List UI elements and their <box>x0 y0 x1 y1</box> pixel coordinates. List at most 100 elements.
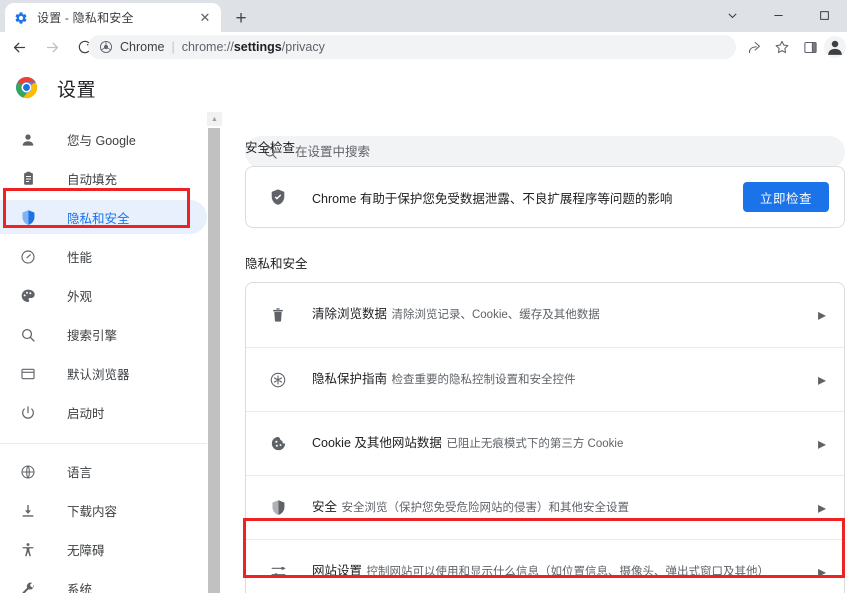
sidebar-item-label: 无障碍 <box>67 544 105 558</box>
sidebar-group-secondary: 语言 下载内容 无障碍 系统 <box>0 444 207 593</box>
omnibox-url: chrome://settings/privacy <box>182 40 325 54</box>
shield-filled-icon <box>268 187 288 207</box>
chevron-right-icon[interactable]: ▸ <box>814 500 830 517</box>
download-icon <box>18 501 38 521</box>
sidebar-scrollbar[interactable]: ▲ <box>207 112 222 593</box>
settings-main-content: 安全检查 Chrome 有助于保护您免受数据泄露、不良扩展程序等问题的影响 立即… <box>222 112 847 593</box>
settings-row-security[interactable]: 安全 安全浏览（保护您免受危险网站的侵害）和其他安全设置 ▸ <box>246 475 844 539</box>
sidebar-item-label: 自动填充 <box>67 173 118 187</box>
url-prefix: chrome:// <box>181 40 234 54</box>
sidebar-item-label: 性能 <box>67 251 93 265</box>
url-bold: settings <box>233 40 282 54</box>
maximize-icon[interactable] <box>801 0 847 30</box>
page-title: 设置 <box>57 80 97 101</box>
settings-page: 设置 您与 Google <box>0 62 847 593</box>
minimize-icon[interactable] <box>755 0 801 30</box>
trash-icon <box>268 305 288 325</box>
scrollbar-thumb[interactable] <box>208 128 220 593</box>
sidebar-item-autofill[interactable]: 自动填充 <box>0 159 207 198</box>
safety-check-text: Chrome 有助于保护您免受数据泄露、不良扩展程序等问题的影响 <box>312 191 673 206</box>
settings-row-clear-browsing-data[interactable]: 清除浏览数据 清除浏览记录、Cookie、缓存及其他数据 ▸ <box>246 283 844 347</box>
browser-tab-settings[interactable]: 设置 - 隐私和安全 ✕ <box>5 3 221 32</box>
sidebar-item-privacy-security[interactable]: 隐私和安全 <box>0 198 207 237</box>
tab-title: 设置 - 隐私和安全 <box>37 11 134 25</box>
sidebar-item-label: 您与 Google <box>67 134 136 148</box>
sidebar-group-primary: 您与 Google 自动填充 隐私和安全 性能 外观 搜索引擎 默认浏览器 启动… <box>0 112 207 432</box>
chevron-right-icon[interactable]: ▸ <box>814 372 830 389</box>
sidebar-item-system[interactable]: 系统 <box>0 569 207 593</box>
browser-toolbar: Chrome | chrome://settings/privacy <box>0 32 847 62</box>
sidebar-item-default-browser[interactable]: 默认浏览器 <box>0 354 207 393</box>
chevron-right-icon[interactable]: ▸ <box>814 307 830 324</box>
sidebar-item-label: 外观 <box>67 290 93 304</box>
wrench-icon <box>18 579 38 593</box>
sidebar-item-you-and-google[interactable]: 您与 Google <box>0 120 207 159</box>
security-chip-label: Chrome <box>120 40 165 54</box>
sidebar-item-label: 搜索引擎 <box>67 329 118 343</box>
settings-row-subtitle: 检查重要的隐私控制设置和安全控件 <box>391 373 576 386</box>
omnibox-separator: | <box>171 40 175 54</box>
sidebar-item-performance[interactable]: 性能 <box>0 237 207 276</box>
side-panel-icon[interactable] <box>796 33 824 61</box>
profile-avatar[interactable] <box>824 36 846 58</box>
scroll-up-icon[interactable]: ▲ <box>207 112 222 126</box>
chevron-down-icon[interactable] <box>709 0 755 30</box>
sidebar-item-label: 启动时 <box>67 407 105 421</box>
sidebar-item-downloads[interactable]: 下载内容 <box>0 491 207 530</box>
settings-row-cookies[interactable]: Cookie 及其他网站数据 已阻止无痕模式下的第三方 Cookie ▸ <box>246 411 844 475</box>
window-controls <box>709 0 847 32</box>
settings-row-title: 安全 <box>312 499 338 514</box>
gear-icon <box>13 10 29 26</box>
search-icon <box>18 325 38 345</box>
privacy-settings-card: 清除浏览数据 清除浏览记录、Cookie、缓存及其他数据 ▸ 隐私保护指南 检查… <box>245 282 845 593</box>
shield-icon <box>18 208 38 228</box>
bookmark-star-icon[interactable] <box>768 33 796 61</box>
sidebar-item-search-engine[interactable]: 搜索引擎 <box>0 315 207 354</box>
sidebar-item-on-startup[interactable]: 启动时 <box>0 393 207 432</box>
accessibility-icon <box>18 540 38 560</box>
settings-row-subtitle: 安全浏览（保护您免受危险网站的侵害）和其他安全设置 <box>341 501 629 514</box>
check-now-button[interactable]: 立即检查 <box>742 182 829 212</box>
address-bar[interactable]: Chrome | chrome://settings/privacy <box>88 35 736 59</box>
palette-icon <box>18 286 38 306</box>
settings-row-title: 清除浏览数据 <box>312 307 388 322</box>
settings-row-body: Cookie 及其他网站数据 已阻止无痕模式下的第三方 Cookie <box>312 434 814 453</box>
share-icon[interactable] <box>740 33 768 61</box>
sidebar-item-accessibility[interactable]: 无障碍 <box>0 530 207 569</box>
sidebar-item-label: 下载内容 <box>67 505 118 519</box>
settings-row-subtitle: 已阻止无痕模式下的第三方 Cookie <box>446 437 624 450</box>
safety-check-row: Chrome 有助于保护您免受数据泄露、不良扩展程序等问题的影响 立即检查 <box>246 167 844 227</box>
url-suffix: /privacy <box>281 40 325 54</box>
settings-row-body: 网站设置 控制网站可以使用和显示什么信息（如位置信息、摄像头、弹出式窗口及其他） <box>312 562 814 581</box>
chrome-logo <box>15 76 38 99</box>
settings-row-title: 网站设置 <box>312 563 363 578</box>
chevron-right-icon[interactable]: ▸ <box>814 564 830 581</box>
settings-sidebar: 您与 Google 自动填充 隐私和安全 性能 外观 搜索引擎 默认浏览器 启动… <box>0 112 207 593</box>
sidebar-item-label: 隐私和安全 <box>67 212 130 226</box>
settings-row-title: 隐私保护指南 <box>312 371 388 386</box>
sidebar-item-appearance[interactable]: 外观 <box>0 276 207 315</box>
settings-row-site-settings[interactable]: 网站设置 控制网站可以使用和显示什么信息（如位置信息、摄像头、弹出式窗口及其他）… <box>246 539 844 593</box>
cookie-icon <box>268 434 288 454</box>
back-icon[interactable] <box>5 33 33 61</box>
forward-icon[interactable] <box>38 33 66 61</box>
settings-row-privacy-guide[interactable]: 隐私保护指南 检查重要的隐私控制设置和安全控件 ▸ <box>246 347 844 411</box>
settings-row-title: Cookie 及其他网站数据 <box>312 435 442 450</box>
close-icon[interactable]: ✕ <box>197 10 213 26</box>
globe-icon <box>18 462 38 482</box>
sliders-icon <box>268 562 288 582</box>
chevron-right-icon[interactable]: ▸ <box>814 436 830 453</box>
sidebar-item-languages[interactable]: 语言 <box>0 452 207 491</box>
tab-strip: 设置 - 隐私和安全 ✕ + <box>0 0 847 32</box>
settings-row-subtitle: 清除浏览记录、Cookie、缓存及其他数据 <box>391 309 600 322</box>
toolbar-actions <box>740 32 847 62</box>
sidebar-item-label: 系统 <box>67 583 93 593</box>
new-tab-button[interactable]: + <box>228 5 254 31</box>
safety-check-heading: 安全检查 <box>245 141 296 155</box>
shield-icon <box>268 498 288 518</box>
settings-row-subtitle: 控制网站可以使用和显示什么信息（如位置信息、摄像头、弹出式窗口及其他） <box>366 565 769 578</box>
privacy-guide-icon <box>268 370 288 390</box>
clipboard-icon <box>18 169 38 189</box>
privacy-security-heading: 隐私和安全 <box>245 257 308 271</box>
browser-window-icon <box>18 364 38 384</box>
